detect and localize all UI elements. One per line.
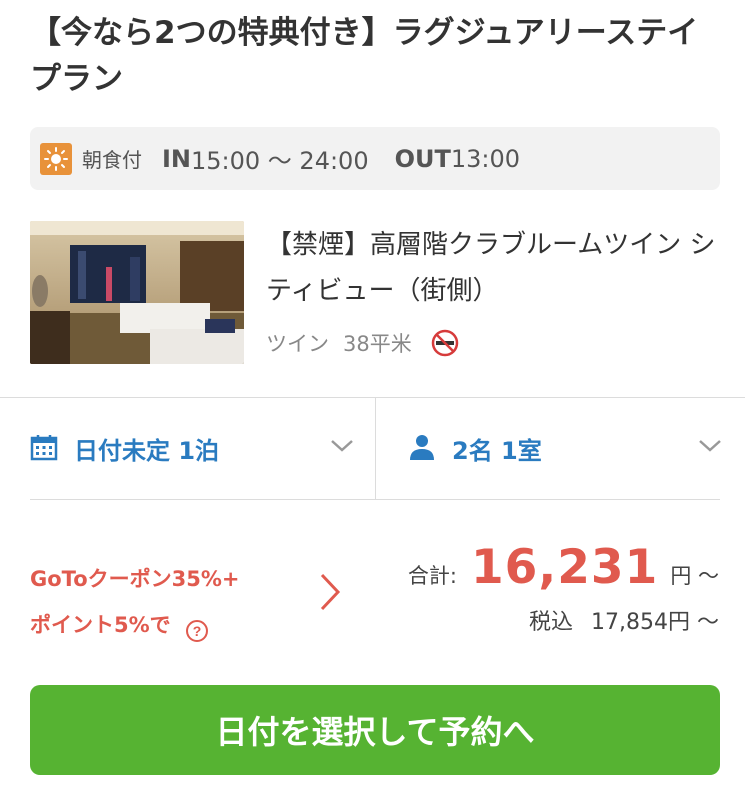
help-icon[interactable]: ? [185, 613, 209, 642]
room-meta: ツイン 38平米 [266, 328, 460, 358]
checkin-label: IN [162, 144, 192, 173]
coupon-info[interactable]: GoToクーポン35%+ ポイント5%で ? [30, 556, 240, 648]
date-selector[interactable]: 日付未定 1泊 [30, 398, 360, 499]
room-photo[interactable] [30, 221, 244, 364]
tax-included-price: 税込 17,854円 〜 [529, 604, 719, 636]
sun-icon [40, 142, 72, 175]
person-icon [408, 433, 436, 465]
divider [375, 398, 376, 499]
checkout-label: OUT [394, 144, 451, 173]
room-area: 38平米 [343, 332, 412, 356]
divider [30, 499, 720, 500]
tax-label: 税込 [529, 610, 574, 635]
checkout-time: 13:00 [450, 144, 521, 173]
coupon-line2: ポイント5%で [30, 613, 171, 637]
total-label: 合計: [407, 564, 457, 588]
chevron-right-icon[interactable] [318, 572, 342, 616]
total-price-value: 16,231 [470, 540, 659, 595]
checkin-time: 15:00 〜 24:00 [191, 147, 369, 175]
chevron-down-icon [330, 438, 354, 457]
no-smoking-icon [430, 328, 460, 358]
meal-label: 朝食付 [82, 148, 142, 172]
plan-info-bar: 朝食付 IN 15:00 〜 24:00 OUT 13:00 [30, 127, 720, 190]
guest-selector-label: 2名 1室 [452, 437, 542, 465]
room-name[interactable]: 【禁煙】高層階クラブルームツイン シティビュー（街側） [266, 222, 726, 314]
plan-title: 【今なら2つの特典付き】ラグジュアリーステイプラン [30, 15, 699, 97]
tax-price-value: 17,854円 〜 [591, 610, 719, 635]
select-date-reserve-button[interactable]: 日付を選択して予約へ [30, 685, 720, 775]
svg-text:?: ? [192, 623, 201, 639]
room-type: ツイン [266, 332, 329, 356]
chevron-down-icon [698, 438, 722, 457]
coupon-line1: GoToクーポン35%+ [30, 567, 240, 591]
total-price-unit: 円 〜 [670, 564, 719, 588]
date-selector-label: 日付未定 1泊 [74, 437, 220, 465]
guest-selector[interactable]: 2名 1室 [408, 398, 728, 499]
total-price: 合計: 16,231 円 〜 [408, 540, 719, 595]
calendar-icon [30, 433, 58, 465]
